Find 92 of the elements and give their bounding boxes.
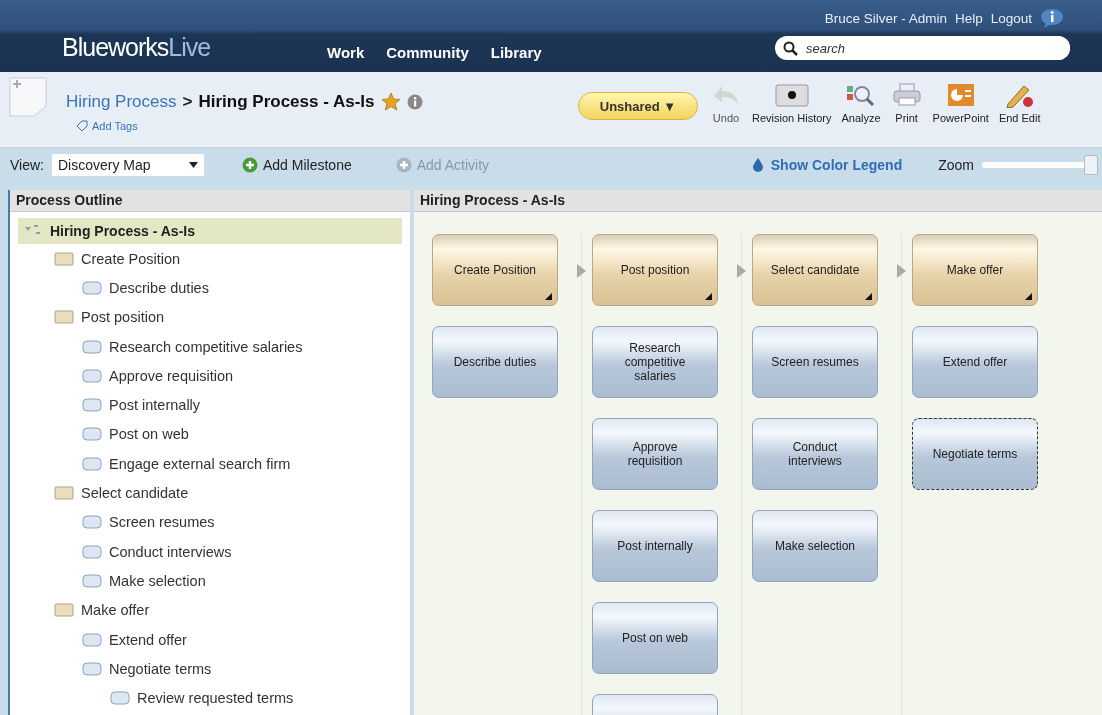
zoom-label: Zoom [938,157,974,173]
view-label: View: [10,157,44,173]
caret-icon [189,162,198,168]
activity-icon [82,661,102,676]
outline-activity[interactable]: Engage external search firm [109,455,291,472]
activity-card[interactable]: Negotiate terms [912,418,1038,490]
flow-arrow-icon [897,264,906,278]
outline-activity[interactable]: Post on web [109,426,189,443]
view-select[interactable]: Discovery Map [52,154,204,176]
milestone-icon [54,603,74,618]
outline-milestone[interactable]: Post position [81,309,165,326]
add-milestone-button[interactable]: Add Milestone [236,156,358,174]
outline-activity[interactable]: Extend offer [109,631,187,648]
slider-thumb[interactable] [1084,155,1098,175]
outline-activity[interactable]: Review requested terms [137,690,294,707]
outline-activity[interactable]: Post internally [109,397,201,414]
activity-icon [82,368,102,383]
tag-icon [76,120,88,132]
color-legend-link[interactable]: Show Color Legend [752,157,903,173]
toolbar-button[interactable]: Analyze [839,82,883,124]
activity-card[interactable]: Post internally [592,510,718,582]
activity-icon [82,339,102,354]
toolbar-button[interactable]: End Edit [996,82,1043,124]
milestone-card[interactable]: Make offer [912,234,1038,306]
info-icon[interactable] [406,94,423,110]
activity-card[interactable]: Screen resumes [752,326,878,398]
nav-link[interactable]: Work [327,43,365,61]
outline-activity[interactable]: Make selection [109,572,206,589]
page-icon [8,76,48,118]
outline-activity[interactable]: Conduct interviews [109,543,232,560]
corner-triangle-icon [865,293,872,300]
activity-icon [82,456,102,471]
panel-header: Process Outline [10,190,410,212]
activity-card[interactable]: Research competitive salaries [592,326,718,398]
breadcrumb-separator: > [182,92,193,112]
outline-activity[interactable]: Research competitive salaries [109,338,303,355]
corner-triangle-icon [545,293,552,300]
toolbar-button[interactable]: PowerPoint [930,82,991,124]
outline-root[interactable]: Hiring Process - As-Is [18,218,402,244]
add-tags-link[interactable]: Add Tags [76,120,578,132]
milestone-card[interactable]: Create Position [432,234,558,306]
star-icon[interactable] [380,92,401,112]
activity-icon [82,280,102,295]
printer-icon [890,82,923,108]
outline-milestone[interactable]: Select candidate [81,485,189,501]
outline-activity[interactable]: Approve requisition [109,367,234,384]
activity-card[interactable]: Conduct interviews [752,418,878,490]
share-dropdown[interactable]: Unshared ▼ [578,92,698,120]
outline-activity[interactable]: Screen resumes [109,514,215,531]
flow-arrow-icon [737,264,746,278]
outline-milestone[interactable]: Make offer [81,602,150,619]
activity-card[interactable]: Make selection [752,510,878,582]
activity-icon [82,427,102,442]
activity-card[interactable]: Post on web [592,602,718,674]
activity-icon [82,398,102,413]
nav-link[interactable]: Community [386,43,469,61]
outline-activity[interactable]: Negotiate terms [109,660,212,677]
info-bubble-icon[interactable] [1040,8,1064,28]
corner-triangle-icon [705,293,712,300]
activity-icon [82,544,102,559]
outline-activity[interactable]: Describe duties [109,279,209,296]
milestone-icon [54,251,74,266]
zoom-slider[interactable] [982,154,1098,176]
activity-icon [82,515,102,530]
toolbar-button[interactable]: Print [888,82,925,124]
header-link[interactable]: Help [954,10,983,26]
milestone-card[interactable]: Post position [592,234,718,306]
toolbar-button[interactable]: Revision History [750,82,834,124]
breadcrumb-link[interactable]: Hiring Process [66,92,177,112]
camera-icon [773,82,810,108]
milestone-icon [54,310,74,325]
flow-arrow-icon [577,264,586,278]
user-name: Bruce Silver - Admin [824,10,947,26]
milestone-icon [54,486,74,500]
activity-card[interactable]: Approve requisition [592,418,718,490]
process-title: Hiring Process - As-Is [198,92,375,112]
plus-icon [395,157,412,173]
search-icon [783,40,798,56]
droplet-icon [752,158,763,172]
outline-milestone[interactable]: Create Position [81,250,181,267]
plus-icon [242,157,258,173]
corner-triangle-icon [1025,293,1032,300]
logo[interactable]: BlueworksLive [62,32,327,62]
nav-link[interactable]: Library [490,43,542,61]
activity-card[interactable]: Describe duties [432,326,558,398]
header-link[interactable]: Logout [990,10,1032,26]
activity-card[interactable]: Extend offer [912,326,1038,398]
activity-icon [82,632,102,647]
activity-icon [82,573,102,588]
milestone-card[interactable]: Select candidate [752,234,878,306]
activity-icon [110,691,130,706]
panel-header: Hiring Process - As-Is [414,190,1102,212]
